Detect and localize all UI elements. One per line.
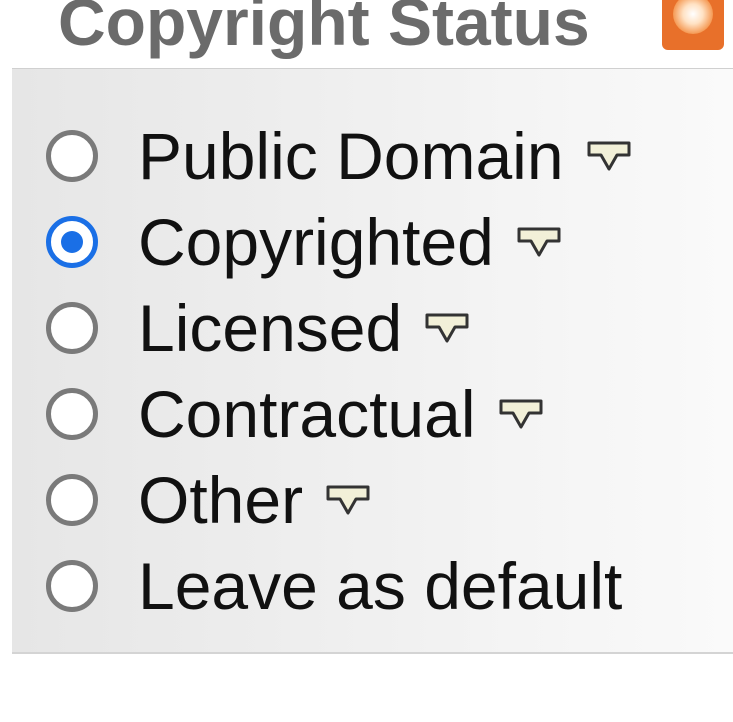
help-tooltip-icon[interactable] [424,311,470,345]
option-copyrighted[interactable]: Copyrighted [46,199,726,285]
option-label[interactable]: Public Domain [138,118,564,194]
option-contractual[interactable]: Contractual [46,371,726,457]
option-label[interactable]: Licensed [138,290,402,366]
option-other[interactable]: Other [46,457,726,543]
copyright-status-options: Public Domain Copyrighted Licensed Contr… [0,0,733,722]
radio-licensed[interactable] [46,302,98,354]
option-label[interactable]: Leave as default [138,548,622,624]
help-tooltip-icon[interactable] [516,225,562,259]
help-tooltip-icon[interactable] [325,483,371,517]
radio-other[interactable] [46,474,98,526]
option-label[interactable]: Other [138,462,303,538]
radio-public-domain[interactable] [46,130,98,182]
option-public-domain[interactable]: Public Domain [46,113,726,199]
help-tooltip-icon[interactable] [498,397,544,431]
option-label[interactable]: Contractual [138,376,476,452]
radio-copyrighted[interactable] [46,216,98,268]
help-tooltip-icon[interactable] [586,139,632,173]
option-leave-as-default[interactable]: Leave as default [46,543,726,629]
radio-leave-as-default[interactable] [46,560,98,612]
option-licensed[interactable]: Licensed [46,285,726,371]
radio-contractual[interactable] [46,388,98,440]
option-label[interactable]: Copyrighted [138,204,494,280]
